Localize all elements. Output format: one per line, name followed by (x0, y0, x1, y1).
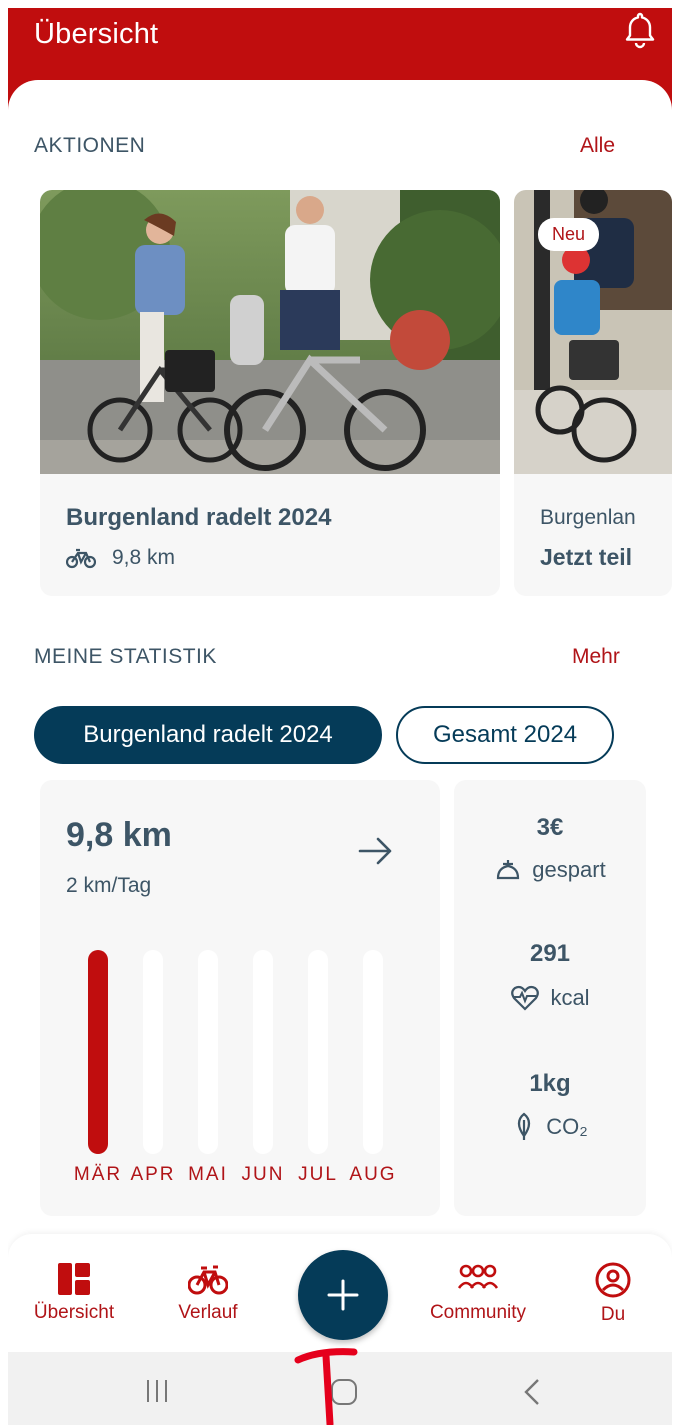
arrow-right-icon[interactable] (358, 836, 394, 866)
calories-label: kcal (550, 985, 590, 1010)
action-card-title: Burgenlan (540, 506, 636, 529)
month-label: AUG (349, 1164, 397, 1185)
co2-label: CO₂ (546, 1114, 588, 1139)
device-frame: Übersicht AKTIONEN Alle Burgenland radel… (0, 0, 673, 1425)
page-title: Übersicht (34, 18, 159, 50)
month-bar-mai (198, 950, 218, 1154)
actions-section-title: AKTIONEN (34, 134, 146, 157)
action-card-distance: 9,8 km (112, 546, 176, 569)
app-screen: Übersicht AKTIONEN Alle Burgenland radel… (8, 8, 672, 1425)
annotation-arrow-icon (294, 1348, 358, 1425)
month-bar-jul (308, 950, 328, 1154)
saved-money-label-row: gespart (454, 856, 646, 884)
month-bar-mär (88, 950, 108, 1154)
bike-icon (188, 1265, 228, 1295)
back-icon[interactable] (522, 1378, 542, 1406)
month-bar-fill (88, 950, 108, 1154)
stats-section-title: MEINE STATISTIK (34, 645, 217, 668)
month-label: APR (130, 1164, 176, 1185)
month-label: MAI (188, 1164, 228, 1185)
month-label: MÄR (73, 1164, 123, 1185)
action-card-cta: Jetzt teil (540, 544, 633, 570)
saved-money-value: 3€ (536, 814, 564, 841)
saved-money-label: gespart (532, 857, 606, 882)
nav-label-history: Verlauf (178, 1302, 238, 1323)
stats-more-link[interactable]: Mehr (572, 645, 620, 669)
month-label: JUN (241, 1164, 285, 1185)
new-badge: Neu (538, 218, 600, 251)
month-bar-jun (253, 950, 273, 1154)
month-bar-aug (363, 950, 383, 1154)
dashboard-icon (58, 1263, 90, 1295)
piggy-icon (497, 860, 520, 880)
co2-label-row: CO₂ (454, 1112, 646, 1142)
actions-all-link[interactable]: Alle (580, 134, 615, 158)
action-card-1[interactable]: Burgenland radelt 2024 9,8 km (40, 190, 500, 596)
co2-value: 1kg (529, 1070, 571, 1097)
nav-label-community: Community (429, 1302, 527, 1323)
nav-item-history[interactable]: Verlauf (158, 1262, 258, 1324)
nav-item-profile[interactable]: Du (578, 1262, 648, 1326)
distance-panel[interactable]: 9,8 km 2 km/Tag MÄR APR MAI JUN JUL AUG (40, 780, 440, 1216)
nav-item-community[interactable]: Community (418, 1262, 538, 1324)
calories-value: 291 (529, 940, 571, 967)
action-card-2[interactable]: Neu Burgenlan Jetzt teil (514, 190, 672, 596)
impact-panel: 3€ gespart 291 kcal 1kg CO₂ (454, 780, 646, 1216)
total-distance: 9,8 km (66, 816, 172, 854)
bike-icon (66, 548, 96, 569)
plus-icon (327, 1279, 359, 1311)
tab-burgenland-radelt[interactable]: Burgenland radelt 2024 (34, 706, 382, 764)
recent-apps-icon[interactable] (144, 1378, 170, 1404)
nav-item-overview[interactable]: Übersicht (22, 1262, 126, 1324)
people-icon (457, 1264, 499, 1289)
nav-label-profile: Du (600, 1304, 626, 1325)
bell-icon[interactable] (624, 10, 656, 50)
calories-label-row: kcal (454, 984, 646, 1012)
nav-label-overview: Übersicht (33, 1302, 115, 1323)
tab-gesamt-2024[interactable]: Gesamt 2024 (396, 706, 614, 764)
action-card-photo (40, 190, 500, 474)
heartbeat-icon (511, 985, 540, 1011)
profile-icon (595, 1262, 631, 1298)
action-card-title: Burgenland radelt 2024 (66, 504, 332, 531)
leaf-icon (518, 1112, 531, 1140)
month-label: JUL (298, 1164, 338, 1185)
month-bar-apr (143, 950, 163, 1154)
distance-per-day: 2 km/Tag (66, 874, 152, 897)
add-ride-button[interactable] (298, 1250, 388, 1340)
